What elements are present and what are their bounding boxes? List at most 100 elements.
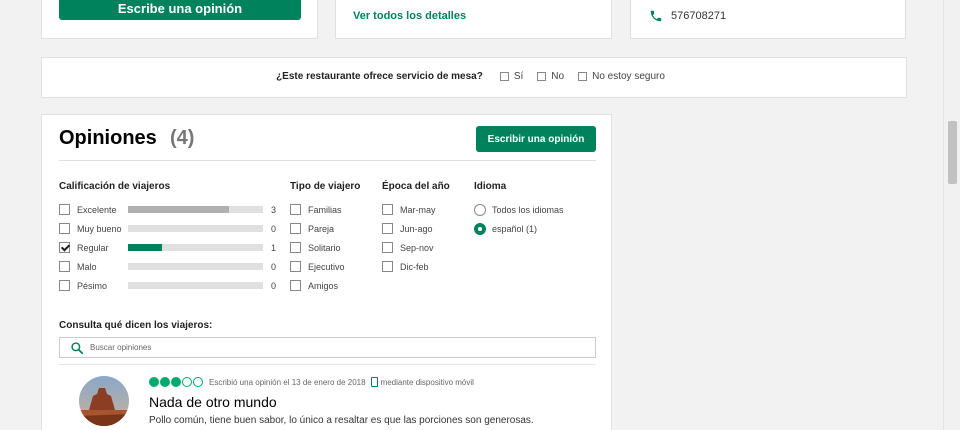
rating-filter: Calificación de viajeros Excelente 3 Muy…: [59, 181, 276, 295]
rating-count: 3: [270, 204, 276, 215]
reviewer-avatar[interactable]: [79, 376, 129, 426]
filter-label: Jun-ago: [400, 223, 433, 234]
checkbox[interactable]: [382, 261, 393, 272]
rating-row-poor[interactable]: Malo 0: [59, 257, 276, 276]
reviews-panel: Opiniones (4) Escribir una opinión Calif…: [41, 114, 612, 430]
filter-label: Pareja: [308, 223, 335, 234]
checkbox[interactable]: [59, 280, 70, 291]
traveler-type-solo[interactable]: Solitario: [290, 238, 360, 257]
traveler-type-families[interactable]: Familias: [290, 200, 360, 219]
mobile-device-icon: [370, 377, 378, 387]
rating-label: Pésimo: [77, 280, 108, 291]
checkbox[interactable]: [290, 223, 301, 234]
rating-row-very-good[interactable]: Muy bueno 0: [59, 219, 276, 238]
review-meta: Escribió una opinión el 13 de enero de 2…: [149, 377, 474, 387]
write-review-card: Escribe una opinión: [41, 0, 318, 39]
review-title[interactable]: Nada de otro mundo: [149, 394, 277, 410]
checkbox[interactable]: [290, 261, 301, 272]
rating-row-terrible[interactable]: Pésimo 0: [59, 276, 276, 295]
phone-row[interactable]: 576708271: [649, 9, 726, 23]
checkbox[interactable]: [499, 72, 509, 81]
table-service-option-no[interactable]: No: [537, 71, 564, 82]
rating-filter-heading: Calificación de viajeros: [59, 181, 171, 192]
season-filter: Época del año Mar-may Jun-ago Sep-nov Di…: [382, 181, 450, 276]
page-scrollbar[interactable]: [943, 0, 960, 430]
season-dec-feb[interactable]: Dic-feb: [382, 257, 450, 276]
review-date: Escribió una opinión el 13 de enero de 2…: [209, 377, 366, 387]
reviews-title: Opiniones: [59, 127, 157, 149]
option-label: Sí: [513, 71, 524, 82]
filter-label: Dic-feb: [400, 261, 429, 272]
language-all[interactable]: Todos los idiomas: [474, 200, 564, 219]
filter-label: español: [492, 223, 524, 234]
option-label: No estoy seguro: [592, 71, 665, 82]
traveler-type-couple[interactable]: Pareja: [290, 219, 360, 238]
divider: [59, 160, 596, 161]
avatar-image: [79, 376, 129, 426]
table-service-option-yes[interactable]: Sí: [499, 71, 524, 82]
filter-label: Familias: [308, 204, 342, 215]
rating-label: Regular: [77, 242, 109, 253]
bubble-icon: [193, 377, 203, 387]
bubble-icon: [182, 377, 192, 387]
rating-bar-fill: [128, 244, 162, 251]
bubble-icon: [160, 377, 170, 387]
checkbox[interactable]: [578, 72, 588, 81]
traveler-type-heading: Tipo de viajero: [290, 181, 361, 192]
checkbox[interactable]: [59, 242, 70, 253]
season-mar-may[interactable]: Mar-may: [382, 200, 450, 219]
divider: [59, 364, 596, 365]
table-service-card: ¿Este restaurante ofrece servicio de mes…: [41, 57, 907, 98]
rating-row-average[interactable]: Regular 1: [59, 238, 276, 257]
filter-label: Ejecutivo: [308, 261, 345, 272]
scrollbar-thumb[interactable]: [948, 121, 957, 184]
rating-bar: [128, 244, 263, 251]
filter-label: Sep-nov: [400, 242, 434, 253]
rating-row-excellent[interactable]: Excelente 3: [59, 200, 276, 219]
checkbox[interactable]: [59, 223, 70, 234]
checkbox[interactable]: [382, 204, 393, 215]
rating-bar-fill: [128, 206, 230, 213]
filter-label: Amigos: [308, 280, 339, 291]
rating-count: 0: [270, 280, 276, 291]
rating-count: 0: [270, 261, 276, 272]
season-jun-aug[interactable]: Jun-ago: [382, 219, 450, 238]
phone-number: 576708271: [671, 10, 727, 22]
language-spanish[interactable]: español (1): [474, 219, 564, 238]
traveler-type-friends[interactable]: Amigos: [290, 276, 360, 295]
checkbox[interactable]: [290, 204, 301, 215]
table-service-option-unsure[interactable]: No estoy seguro: [578, 71, 665, 82]
traveler-type-business[interactable]: Ejecutivo: [290, 257, 360, 276]
rating-bar: [128, 282, 263, 289]
search-icon: [71, 341, 84, 354]
season-sep-nov[interactable]: Sep-nov: [382, 238, 450, 257]
traveler-type-filter: Tipo de viajero Familias Pareja Solitari…: [290, 181, 360, 295]
filter-label: Todos los idiomas: [492, 204, 564, 215]
radio-button[interactable]: [474, 203, 486, 216]
rating-bar: [128, 225, 263, 232]
checkbox[interactable]: [59, 204, 70, 215]
checkbox[interactable]: [290, 280, 301, 291]
review-search-box[interactable]: [59, 337, 596, 358]
view-all-details-link[interactable]: Ver todos los detalles: [353, 10, 466, 22]
review-device: mediante dispositivo móvil: [380, 377, 474, 387]
bubble-icon: [149, 377, 159, 387]
checkbox[interactable]: [290, 242, 301, 253]
rating-bar: [128, 206, 263, 213]
review-body: Pollo común, tiene buen sabor, lo único …: [149, 415, 534, 426]
rating-bar: [128, 263, 263, 270]
write-review-button[interactable]: Escribe una opinión: [59, 0, 301, 20]
checkbox[interactable]: [59, 261, 70, 272]
checkbox[interactable]: [382, 223, 393, 234]
season-heading: Época del año: [382, 181, 450, 192]
details-card: Ver todos los detalles: [335, 0, 612, 39]
language-heading: Idioma: [474, 181, 507, 192]
bubble-icon: [171, 377, 181, 387]
write-review-button-secondary[interactable]: Escribir una opinión: [476, 126, 596, 152]
radio-button-selected[interactable]: [474, 222, 486, 235]
filter-label: Mar-may: [400, 204, 436, 215]
review-search-input[interactable]: [90, 343, 595, 352]
option-label: No: [551, 71, 565, 82]
checkbox[interactable]: [382, 242, 393, 253]
checkbox[interactable]: [537, 72, 547, 81]
